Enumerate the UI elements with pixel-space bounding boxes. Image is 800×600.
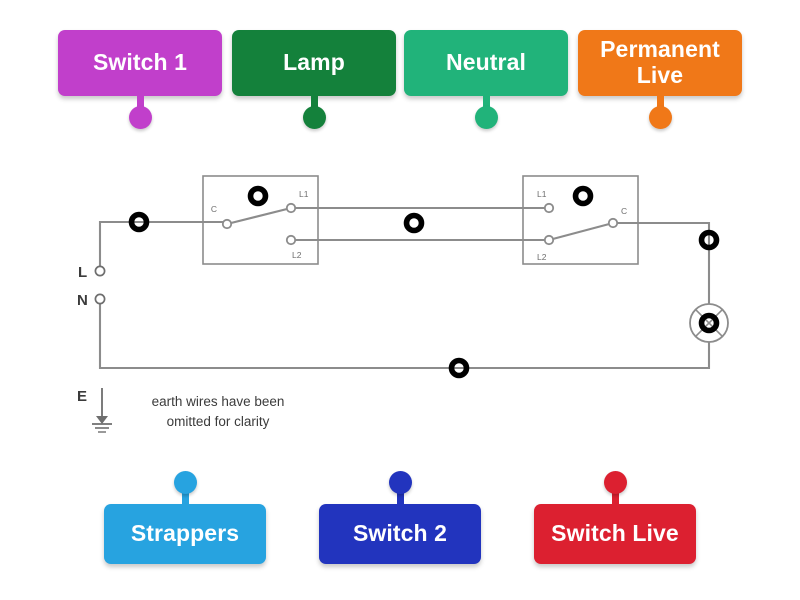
activity-canvas: C L1 L2 L1 L2 C L N E earth wires have b…: [0, 0, 800, 600]
label-permanent-live-knob: [648, 106, 672, 129]
label-lamp-knob: [302, 106, 326, 129]
label-switch-live-text: Switch Live: [551, 520, 679, 547]
label-permanent-live[interactable]: Permanent Live: [578, 30, 742, 129]
label-switch-1[interactable]: Switch 1: [58, 30, 222, 129]
terminal-label-L: L: [78, 264, 87, 281]
label-switch-2[interactable]: Switch 2: [319, 471, 481, 564]
label-switch-2-text: Switch 2: [352, 520, 448, 547]
earth-note-caption: earth wires have been omitted for clarit…: [151, 394, 285, 429]
switch-2-internals: L1 L2 C: [537, 189, 627, 262]
svg-text:C: C: [211, 204, 217, 214]
label-permanent-live-text: Permanent Live: [600, 36, 720, 88]
label-switch-2-knob: [388, 471, 412, 494]
svg-text:L1: L1: [299, 189, 309, 199]
svg-text:L2: L2: [537, 252, 547, 262]
lamp-symbol: [689, 303, 729, 343]
svg-text:C: C: [621, 206, 627, 216]
label-neutral-knob: [474, 106, 498, 129]
label-neutral-text: Neutral: [446, 49, 526, 76]
label-lamp[interactable]: Lamp: [232, 30, 396, 129]
label-switch-1-knob: [128, 106, 152, 129]
wire-neutral: [98, 297, 711, 370]
earth-symbol: [92, 388, 112, 433]
label-strappers-knob: [173, 471, 197, 494]
marker-switch-2: [572, 185, 594, 207]
label-switch-live-knob: [603, 471, 627, 494]
terminal-label-E: E: [77, 388, 87, 405]
drop-markers: [128, 185, 720, 379]
marker-strappers: [403, 212, 425, 234]
label-strappers-text: Strappers: [130, 520, 240, 547]
label-switch-1-text: Switch 1: [92, 49, 188, 76]
switch-1-internals: C L1 L2: [211, 189, 309, 260]
marker-switch-1: [247, 185, 269, 207]
svg-text:L1: L1: [537, 189, 547, 199]
terminal-label-N: N: [77, 292, 88, 309]
label-lamp-text: Lamp: [283, 49, 345, 76]
label-neutral[interactable]: Neutral: [404, 30, 568, 129]
svg-text:L2: L2: [292, 250, 302, 260]
label-switch-live[interactable]: Switch Live: [534, 471, 696, 564]
label-strappers[interactable]: Strappers: [104, 471, 266, 564]
